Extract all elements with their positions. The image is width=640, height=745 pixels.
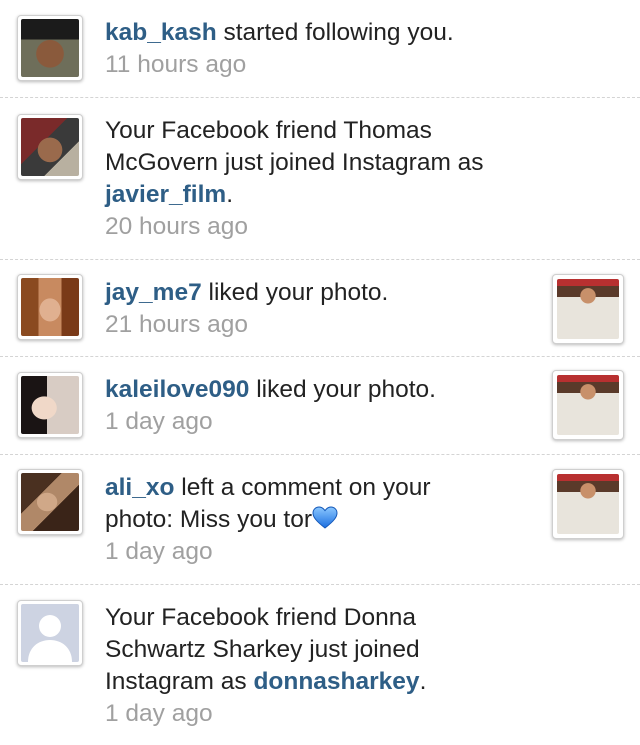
- user-avatar[interactable]: [17, 274, 83, 340]
- timestamp: 11 hours ago: [105, 51, 247, 78]
- photo-thumbnail[interactable]: [552, 274, 624, 344]
- blue-heart-icon: [312, 506, 338, 529]
- username-link[interactable]: ali_xo: [105, 474, 174, 501]
- timestamp: 20 hours ago: [105, 213, 249, 240]
- notification-text: Your Facebook friend Thomas McGovern jus…: [105, 117, 484, 240]
- notification-text: kaleilove090 liked your photo. 1 day ago: [105, 376, 436, 435]
- username-link[interactable]: kab_kash: [105, 19, 217, 46]
- notification-item[interactable]: Your Facebook friend Donna Schwartz Shar…: [0, 585, 640, 745]
- activity-feed: kab_kash started following you. 11 hours…: [0, 0, 640, 745]
- user-avatar[interactable]: [17, 469, 83, 535]
- user-avatar[interactable]: [17, 372, 83, 438]
- user-avatar[interactable]: [17, 15, 83, 81]
- timestamp: 1 day ago: [105, 700, 213, 727]
- timestamp: 21 hours ago: [105, 311, 249, 338]
- notification-text: jay_me7 liked your photo. 21 hours ago: [105, 279, 389, 338]
- user-avatar[interactable]: [17, 600, 83, 666]
- user-avatar[interactable]: [17, 114, 83, 180]
- username-link[interactable]: jay_me7: [105, 279, 202, 306]
- comment-text: photo: Miss you tor: [105, 506, 312, 533]
- notification-item[interactable]: Your Facebook friend Thomas McGovern jus…: [0, 98, 640, 260]
- timestamp: 1 day ago: [105, 408, 213, 435]
- username-link[interactable]: javier_film: [105, 181, 226, 208]
- notification-text: Your Facebook friend Donna Schwartz Shar…: [105, 604, 427, 727]
- photo-thumbnail[interactable]: [552, 370, 624, 440]
- notification-text: kab_kash started following you. 11 hours…: [105, 19, 454, 78]
- timestamp: 1 day ago: [105, 538, 213, 565]
- default-avatar-icon: [28, 615, 72, 662]
- notification-text: ali_xo left a comment on your photo: Mis…: [105, 474, 431, 565]
- notification-item[interactable]: jay_me7 liked your photo. 21 hours ago: [0, 260, 640, 357]
- username-link[interactable]: donnasharkey: [253, 668, 419, 695]
- notification-item[interactable]: ali_xo left a comment on your photo: Mis…: [0, 455, 640, 585]
- notification-item[interactable]: kab_kash started following you. 11 hours…: [0, 0, 640, 98]
- username-link[interactable]: kaleilove090: [105, 376, 249, 403]
- notification-item[interactable]: kaleilove090 liked your photo. 1 day ago: [0, 357, 640, 455]
- photo-thumbnail[interactable]: [552, 469, 624, 539]
